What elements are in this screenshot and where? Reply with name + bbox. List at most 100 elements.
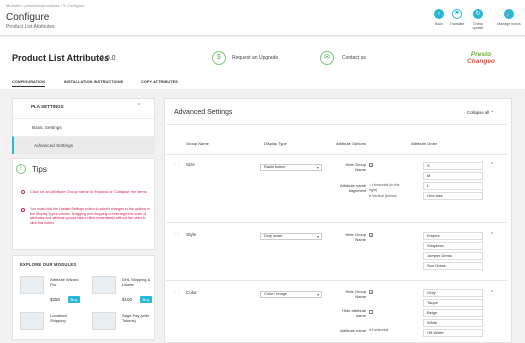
group-name[interactable]: Color [186,290,197,295]
sidebar-item-advanced-settings[interactable]: Advanced Settings [12,136,155,154]
order-item[interactable]: Taupe [423,299,483,307]
buy-button[interactable]: Buy [68,296,80,303]
radio-horizontal[interactable]: ● Horizontal [369,328,401,333]
group-name[interactable]: Size [186,162,195,167]
brand-logo: Presto Changeo [467,51,495,65]
translate-label: Translate [449,22,465,26]
translate-button[interactable]: ⚑ Translate [448,9,466,26]
pla-settings-heading[interactable]: PLA SETTINGS [31,104,64,109]
display-type-select[interactable]: Color / Image [260,291,322,298]
panel-title: Advanced Settings [174,109,233,116]
order-item[interactable]: S [423,162,483,170]
page-subtitle: Product List Attributes [6,24,55,30]
module-name[interactable]: Localized Shipping [50,313,82,323]
tab-copy-attributes[interactable]: COPY ATTRIBUTES [141,80,178,84]
chevron-up-icon[interactable]: ⌃ [137,103,141,109]
column-header: Display Type [264,141,287,146]
check-update-button[interactable]: ↻ Check update [468,9,488,30]
page-title: Configure [6,12,50,23]
module-thumbnail[interactable] [92,312,116,330]
column-header: Attribute Options [336,141,366,146]
tips-title: Tips [32,165,47,174]
contact-link[interactable]: Contact us [342,55,366,61]
divider [166,124,507,125]
hide-group-label: Hide Group Name [345,289,366,299]
hide-group-label: Hide Group Name [345,232,366,242]
column-header: Attribute Order [411,141,438,146]
drag-handle-icon[interactable]: ⋮⋮ [172,290,181,296]
module-thumbnail[interactable] [20,276,44,294]
hide-group-label: Hide Group Name [345,162,366,172]
back-icon: ‹ [434,9,444,19]
module-thumbnail[interactable] [20,312,44,330]
tip-text: You must click the Update Settings butto… [30,207,150,225]
group-name[interactable]: Style [186,232,196,237]
upgrade-link[interactable]: Request an Upgrade [232,55,278,61]
alignment-label: Attribute name [339,328,366,333]
module-name[interactable]: Sage Pay (with Tokens) [122,313,154,323]
divider [166,280,507,281]
radio-vertical[interactable]: ● Vertical (below) [369,194,401,199]
display-type-select[interactable]: Radio button [260,164,322,171]
hide-group-checkbox[interactable]: ✓ [369,163,373,168]
refresh-icon: ↻ [473,9,483,19]
hide-group-checkbox[interactable]: ✓ [369,233,373,238]
order-item[interactable]: Jumper Dress [423,252,483,260]
module-price: $250 [50,297,61,302]
contact-icon[interactable]: ✉ [320,51,334,65]
hide-attribute-label: Hide attribute name [342,308,366,318]
buy-button[interactable]: Buy [140,296,152,303]
sidebar-item-label: Basic Settings [32,125,62,130]
manage-hooks-label: Manage hooks [497,22,521,26]
order-item[interactable]: Off White [423,329,483,337]
chevron-up-icon[interactable]: ⌃ [490,162,494,168]
order-item[interactable]: White [423,319,483,327]
order-item[interactable]: M [423,172,483,180]
order-item[interactable]: Strapless [423,242,483,250]
divider [166,222,507,223]
module-thumbnail[interactable] [92,276,116,294]
order-item[interactable]: L [423,182,483,190]
check-update-label: Check update [472,22,484,30]
drag-handle-icon[interactable]: ⋮⋮ [172,162,181,168]
module-name[interactable]: Attribute Wizard Pro [50,277,82,287]
order-item[interactable]: Empire [423,232,483,240]
sidebar-item-basic-settings[interactable]: Basic Settings [12,118,155,136]
sidebar-item-label: Advanced Settings [34,143,74,148]
tip-bullet-icon [21,208,25,212]
display-type-select[interactable]: Drop down [260,233,322,240]
hide-attribute-checkbox[interactable] [369,310,373,314]
collapse-all-button[interactable]: Collapse all ⌃ [467,110,494,116]
breadcrumb[interactable]: Modules / prestashopmodules / ✎ Configur… [6,3,85,8]
divider [166,154,507,155]
hide-group-checkbox[interactable]: ✓ [369,290,373,295]
chevron-up-icon[interactable]: ⌃ [490,232,494,238]
order-item[interactable]: Grey [423,289,483,297]
tab-installation-instructions[interactable]: INSTALLATION INSTRUCTIONS [64,80,123,84]
page-toolbar: Modules / prestashopmodules / ✎ Configur… [0,0,525,36]
upgrade-icon[interactable]: $ [212,51,226,65]
order-item[interactable]: Sun Dress [423,262,483,270]
column-header: Group Name [186,141,209,146]
back-label: Back [435,22,443,26]
order-item[interactable]: One size [423,192,483,200]
module-price: $100 [122,297,133,302]
back-button[interactable]: ‹ Back [430,9,448,26]
module-title: Product List Attributes [12,53,110,63]
chevron-up-icon[interactable]: ⌃ [490,290,494,296]
module-name[interactable]: DHL Shipping & Labels [122,277,154,287]
tip-text: Click on an Attribute Group name to Expa… [30,189,147,194]
alignment-label: Attribute name alignment [339,183,366,193]
module-version: 2.0.0 [100,55,116,62]
drag-handle-icon[interactable]: ⋮⋮ [172,232,181,238]
radio-horizontal[interactable]: ○ Horizontal (to the right) [369,183,401,192]
hooks-icon: ⚓ [504,9,514,19]
order-item[interactable]: Beige [423,309,483,317]
modules-heading: EXPLORE OUR MODULES [20,262,77,267]
info-icon: ! [16,164,26,174]
tab-configuration[interactable]: CONFIGURATION [12,80,46,87]
tip-bullet-icon [21,190,25,194]
chevron-up-icon: ⌃ [490,110,495,115]
manage-hooks-button[interactable]: ⚓ Manage hooks [496,9,522,26]
flag-icon: ⚑ [452,9,462,19]
